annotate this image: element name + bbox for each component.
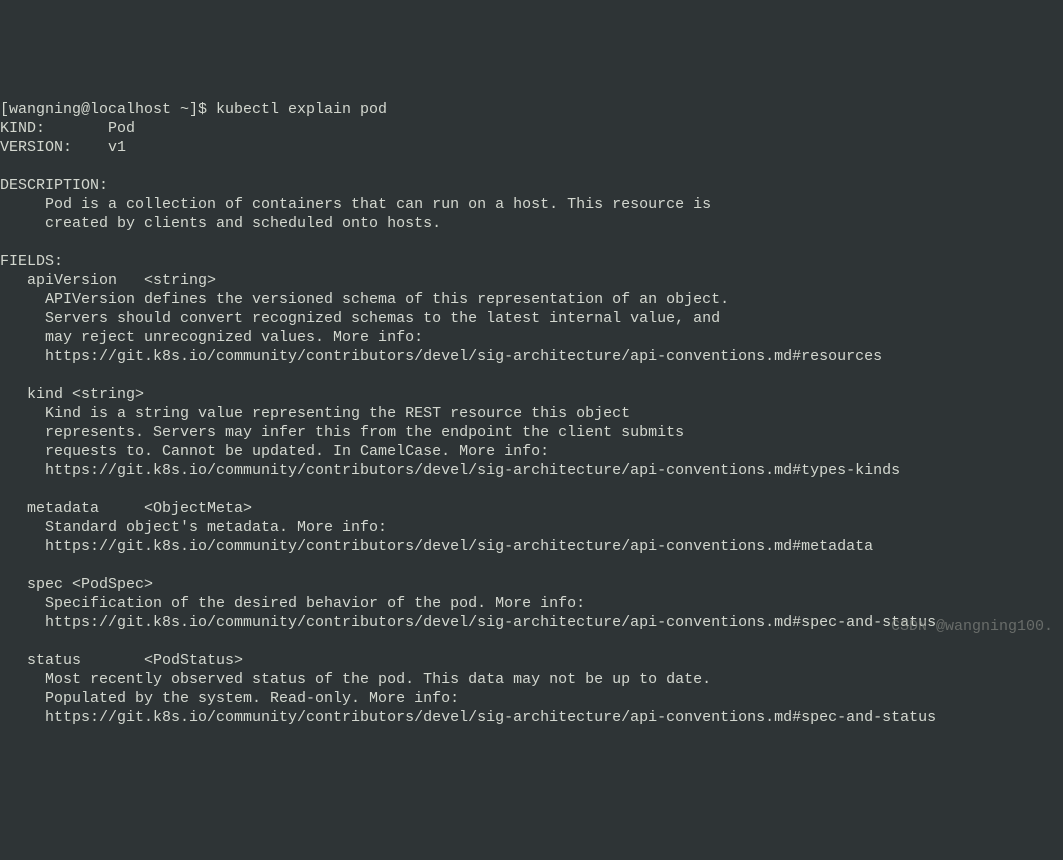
version-line: VERSION: v1 — [0, 139, 126, 156]
description-text: created by clients and scheduled onto ho… — [0, 215, 441, 232]
field-apiversion-url: https://git.k8s.io/community/contributor… — [0, 348, 882, 365]
field-apiversion-header: apiVersion <string> — [0, 272, 216, 289]
field-kind-desc: requests to. Cannot be updated. In Camel… — [0, 443, 549, 460]
field-kind-url: https://git.k8s.io/community/contributor… — [0, 462, 900, 479]
field-metadata-desc: Standard object's metadata. More info: — [0, 519, 387, 536]
field-metadata-header: metadata <ObjectMeta> — [0, 500, 252, 517]
description-header: DESCRIPTION: — [0, 177, 108, 194]
field-apiversion-desc: Servers should convert recognized schema… — [0, 310, 720, 327]
watermark-text: CSDN @wangning100. — [891, 617, 1053, 636]
field-apiversion-desc: APIVersion defines the versioned schema … — [0, 291, 729, 308]
fields-header: FIELDS: — [0, 253, 63, 270]
description-text: Pod is a collection of containers that c… — [0, 196, 711, 213]
kind-line: KIND: Pod — [0, 120, 135, 137]
field-apiversion-desc: may reject unrecognized values. More inf… — [0, 329, 423, 346]
field-kind-header: kind <string> — [0, 386, 144, 403]
field-spec-header: spec <PodSpec> — [0, 576, 153, 593]
field-spec-desc: Specification of the desired behavior of… — [0, 595, 585, 612]
field-status-desc: Most recently observed status of the pod… — [0, 671, 711, 688]
field-metadata-url: https://git.k8s.io/community/contributor… — [0, 538, 873, 555]
field-status-header: status <PodStatus> — [0, 652, 243, 669]
field-status-url: https://git.k8s.io/community/contributor… — [0, 709, 936, 726]
shell-prompt-line: [wangning@localhost ~]$ kubectl explain … — [0, 101, 387, 118]
field-kind-desc: represents. Servers may infer this from … — [0, 424, 684, 441]
field-spec-url: https://git.k8s.io/community/contributor… — [0, 614, 936, 631]
field-status-desc: Populated by the system. Read-only. More… — [0, 690, 459, 707]
field-kind-desc: Kind is a string value representing the … — [0, 405, 630, 422]
